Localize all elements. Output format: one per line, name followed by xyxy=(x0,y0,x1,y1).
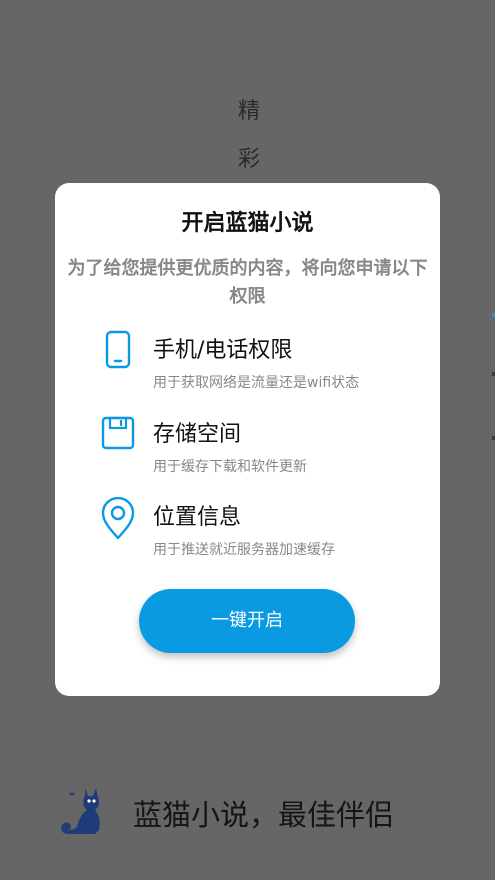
footer-branding: 蓝猫小说，最佳伴侣 xyxy=(55,780,455,840)
location-pin-icon xyxy=(101,496,135,540)
permission-name: 位置信息 xyxy=(153,505,242,530)
background-vertical-title: 精 彩 xyxy=(236,88,262,184)
permission-dialog: 开启蓝猫小说 为了给您提供更优质的内容，将向您申请以下 权限 手机/电话权限 用… xyxy=(55,183,440,696)
permission-item-location: 位置信息 用于推送就近服务器加速缓存 xyxy=(101,496,421,558)
dialog-subtitle-line: 权限 xyxy=(229,286,266,307)
storage-icon xyxy=(101,414,135,454)
enable-all-button[interactable]: 一键开启 xyxy=(139,589,355,653)
permission-name: 手机/电话权限 xyxy=(153,338,293,363)
permission-desc: 用于获取网络是流量还是wifi状态 xyxy=(153,375,360,391)
permission-desc: 用于缓存下载和软件更新 xyxy=(153,459,307,475)
dialog-title: 开启蓝猫小说 xyxy=(181,211,314,236)
permission-item-storage: 存储空间 用于缓存下载和软件更新 xyxy=(101,414,421,475)
permission-name: 存储空间 xyxy=(153,422,242,447)
phone-icon xyxy=(101,330,135,370)
dialog-subtitle-line: 为了给您提供更优质的内容，将向您申请以下 xyxy=(67,258,428,279)
dialog-subtitle: 为了给您提供更优质的内容，将向您申请以下 权限 xyxy=(55,255,440,311)
footer-slogan: 蓝猫小说，最佳伴侣 xyxy=(133,798,395,832)
cat-logo-icon xyxy=(55,782,111,838)
permission-item-phone: 手机/电话权限 用于获取网络是流量还是wifi状态 xyxy=(101,330,421,391)
permission-desc: 用于推送就近服务器加速缓存 xyxy=(153,542,335,558)
app-screen: { "background": { "vertical_title": ["精"… xyxy=(0,0,495,880)
vertical-title-char: 彩 xyxy=(237,147,260,172)
vertical-title-char: 精 xyxy=(237,99,260,124)
